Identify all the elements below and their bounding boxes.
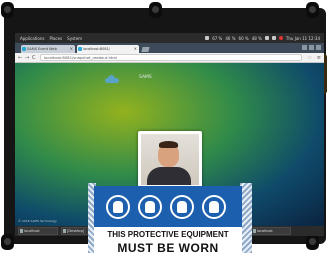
forward-arrow-icon[interactable]: → — [25, 54, 29, 62]
places-menu[interactable]: Places — [49, 36, 62, 41]
back-arrow-icon[interactable]: ← — [18, 54, 22, 62]
tray-readout: 67 % — [212, 35, 223, 41]
tray-readout: 46 % — [225, 35, 236, 41]
cloud-logo-icon — [105, 75, 119, 83]
url-input[interactable]: localhost:8081/snapshot_readout.html — [40, 54, 302, 61]
minimize-button[interactable] — [302, 45, 307, 50]
coverall-icon — [202, 195, 226, 219]
person-hair — [159, 141, 178, 148]
mounting-post-top-left — [1, 2, 14, 18]
sign-text-line2: MUST BE WORN — [117, 241, 219, 253]
close-window-button[interactable] — [316, 45, 321, 50]
favicon-icon — [78, 47, 82, 51]
window-icon — [63, 229, 66, 233]
close-tab-icon[interactable]: × — [70, 45, 73, 53]
tray-readout: 48 % — [251, 35, 262, 41]
mounting-post-top-middle — [149, 2, 162, 18]
tab-sams-event[interactable]: SAMS Event Web × — [21, 45, 75, 53]
goggles-icon — [106, 195, 130, 219]
window-controls — [302, 45, 321, 50]
address-bar: ← → C localhost:8081/snapshot_readout.ht… — [15, 53, 324, 63]
task-label: localhost — [24, 229, 40, 233]
page-brand: SAMS — [139, 75, 152, 80]
desktop-top-panel: Applications Places System 67 % 46 % 60 … — [15, 33, 324, 43]
volume-icon[interactable] — [271, 36, 276, 40]
close-tab-icon[interactable]: × — [134, 45, 137, 53]
browser-menu-icon[interactable]: ≡ — [317, 54, 321, 62]
cpu-monitor-icon — [205, 36, 210, 40]
system-tray: 67 % 46 % 60 % 48 % Thu Jan 11 12:34 — [205, 33, 320, 43]
helmet-icon — [138, 195, 162, 219]
bookmark-star-icon[interactable]: ☆ — [308, 54, 312, 62]
sign-text-line1: THIS PROTECTIVE EQUIPMENT — [107, 230, 229, 239]
window-icon — [20, 229, 23, 233]
task-label: [Desktop] — [67, 229, 85, 233]
mounting-post-top-right — [306, 2, 319, 18]
maximize-button[interactable] — [309, 45, 314, 50]
new-tab-button[interactable] — [141, 47, 150, 52]
sign-icon-band — [94, 186, 242, 227]
mounting-post-bottom-left — [1, 234, 14, 250]
tab-localhost[interactable]: localhost:8081/ × — [77, 45, 139, 53]
power-icon[interactable] — [278, 36, 283, 40]
panel-clock[interactable]: Thu Jan 11 12:34 — [286, 36, 320, 41]
camera-snapshot-image — [141, 134, 199, 185]
favicon-icon — [22, 47, 26, 51]
boot-icon — [170, 195, 194, 219]
page-footer: © 2018 SAMS Technology — [18, 219, 57, 223]
applications-menu[interactable]: Applications — [20, 36, 44, 41]
tab-strip: SAMS Event Web × localhost:8081/ × — [15, 43, 324, 53]
person-body — [147, 167, 191, 185]
system-menu[interactable]: System — [67, 36, 82, 41]
tab-label: SAMS Event Web — [27, 47, 57, 51]
taskbar-item[interactable]: localhost — [18, 227, 58, 235]
window-icon — [253, 229, 256, 233]
reload-icon[interactable]: C — [32, 54, 36, 62]
safety-sign: THIS PROTECTIVE EQUIPMENT MUST BE WORN — [94, 186, 242, 253]
tray-readout: 60 % — [238, 35, 249, 41]
mounting-post-bottom-right — [306, 234, 319, 250]
task-label: localhost — [257, 229, 273, 233]
network-icon[interactable] — [264, 36, 269, 40]
taskbar-item[interactable]: localhost — [251, 227, 291, 235]
tab-label: localhost:8081/ — [83, 47, 110, 51]
